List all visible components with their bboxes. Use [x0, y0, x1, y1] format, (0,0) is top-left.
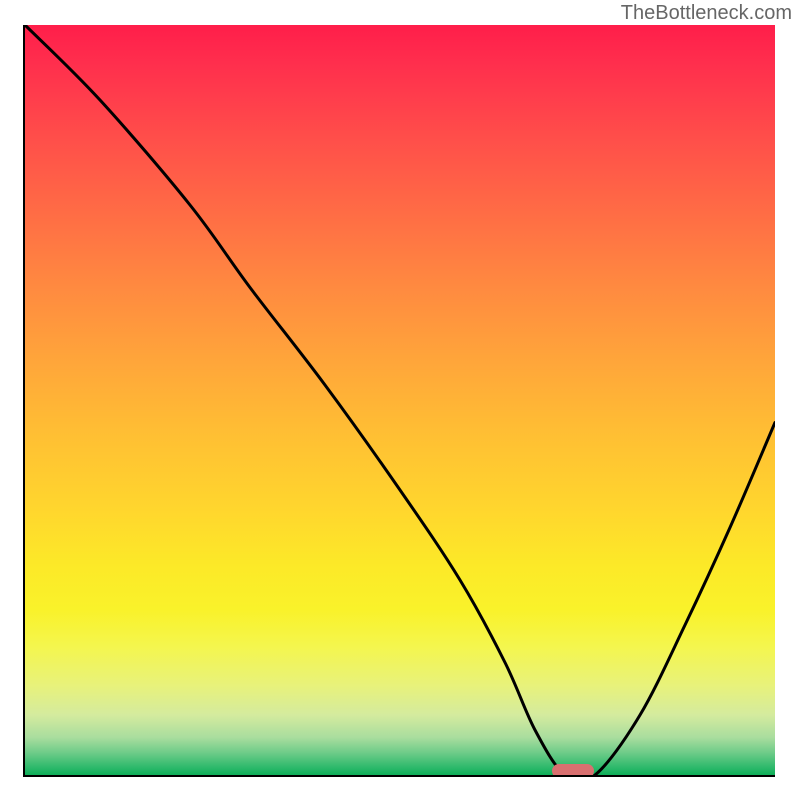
x-axis — [25, 775, 775, 777]
curve-svg — [25, 25, 775, 775]
watermark-text: TheBottleneck.com — [621, 2, 792, 25]
plot-area — [25, 25, 775, 775]
optimal-marker — [552, 764, 594, 775]
bottleneck-curve — [25, 25, 775, 775]
y-axis — [23, 25, 25, 777]
